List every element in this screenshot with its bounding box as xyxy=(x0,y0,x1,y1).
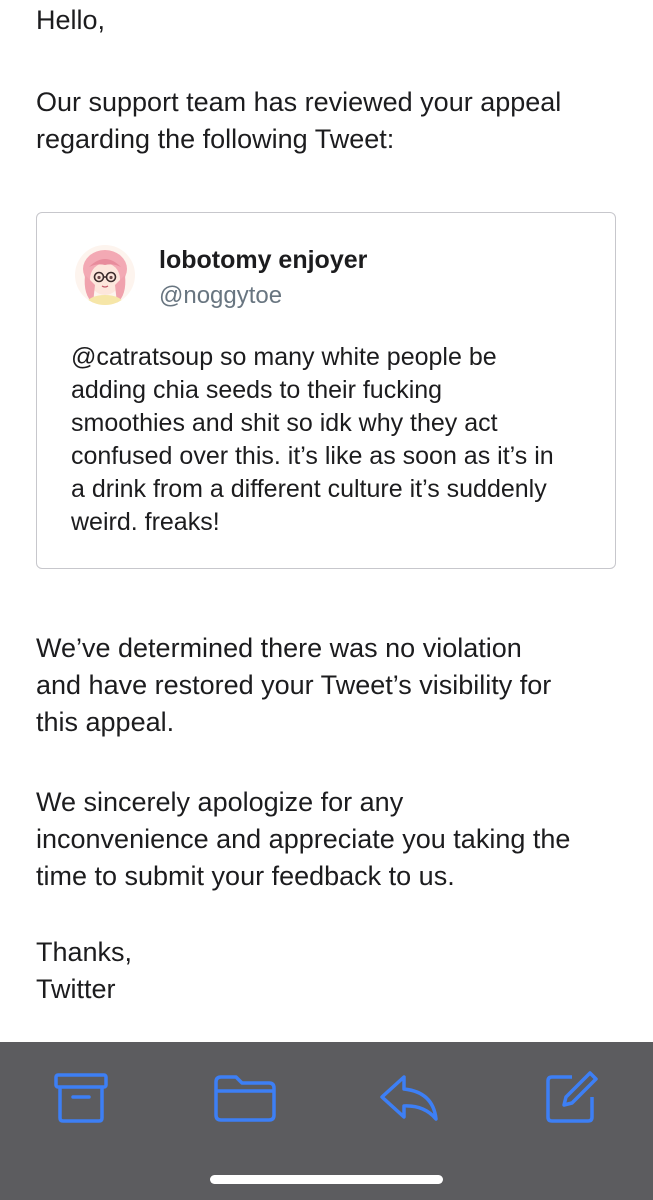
intro-paragraph: Our support team has reviewed your appea… xyxy=(36,84,626,158)
tweet-text-line: smoothies and shit so idk why they act xyxy=(71,409,498,437)
avatar[interactable] xyxy=(75,245,135,305)
tweet-text: @catratsoup so many white people be addi… xyxy=(71,341,601,539)
apology-line: We sincerely apologize for any xyxy=(36,787,404,817)
determination-line: We’ve determined there was no violation xyxy=(36,633,522,663)
signoff-text: Thanks, xyxy=(36,937,133,967)
determination-line: this appeal. xyxy=(36,707,175,737)
determination-paragraph: We’ve determined there was no violation … xyxy=(36,630,626,741)
determination-line: and have restored your Tweet’s visibilit… xyxy=(36,670,552,700)
home-indicator[interactable] xyxy=(210,1175,443,1184)
tweet-text-line: weird. freaks! xyxy=(71,508,220,536)
tweet-display-name[interactable]: lobotomy enjoyer xyxy=(159,246,367,275)
reply-button[interactable] xyxy=(374,1067,444,1129)
compose-icon xyxy=(546,1071,598,1123)
apology-paragraph: We sincerely apologize for any inconveni… xyxy=(36,784,626,895)
apology-line: time to submit your feedback to us. xyxy=(36,861,455,891)
tweet-text-line: confused over this. it’s like as soon as… xyxy=(71,442,554,470)
email-screen: Hello, Our support team has reviewed you… xyxy=(0,0,653,1200)
tweet-text-line: @catratsoup so many white people be xyxy=(71,343,497,371)
sender-name: Twitter xyxy=(36,974,116,1004)
folder-icon xyxy=(214,1075,276,1122)
tweet-handle[interactable]: @noggytoe xyxy=(159,282,282,310)
archive-button[interactable] xyxy=(46,1067,116,1129)
compose-button[interactable] xyxy=(536,1067,606,1129)
apology-line: inconvenience and appreciate you taking … xyxy=(36,824,571,854)
tweet-text-line: adding chia seeds to their fucking xyxy=(71,376,443,404)
signoff-block: Thanks, Twitter xyxy=(36,934,626,1008)
archive-icon xyxy=(54,1073,108,1123)
move-to-folder-button[interactable] xyxy=(210,1067,280,1129)
mail-toolbar xyxy=(0,1042,653,1200)
intro-line: Our support team has reviewed your appea… xyxy=(36,87,562,117)
greeting-text: Hello, xyxy=(36,5,106,35)
reply-icon xyxy=(380,1075,438,1121)
intro-line: regarding the following Tweet: xyxy=(36,124,395,154)
embedded-tweet-card[interactable]: lobotomy enjoyer @noggytoe @catratsoup s… xyxy=(36,212,616,569)
tweet-text-line: a drink from a different culture it’s su… xyxy=(71,475,547,503)
